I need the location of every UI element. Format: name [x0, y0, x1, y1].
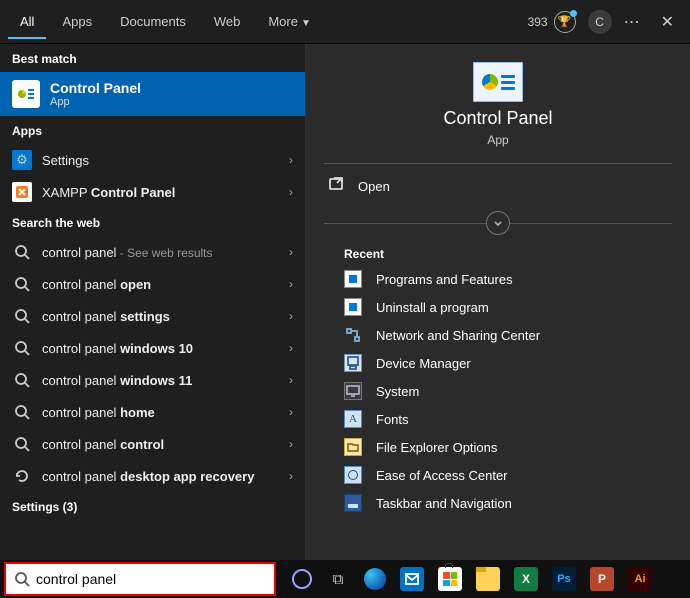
chevron-right-icon: ›	[289, 153, 293, 167]
search-icon	[12, 242, 32, 262]
best-match-label: Best match	[0, 44, 305, 72]
close-button[interactable]: ✕	[653, 8, 682, 36]
recent-label: Recent	[324, 241, 672, 265]
taskbar-taskview[interactable]: ⧉	[326, 567, 350, 591]
rewards-points: 393	[528, 15, 548, 29]
history-icon	[12, 466, 32, 486]
tab-documents[interactable]: Documents	[108, 4, 198, 39]
search-header: All Apps Documents Web More▼ 393 🏆 C ⋯ ✕	[0, 0, 690, 44]
web-result[interactable]: control panel settings›	[0, 300, 305, 332]
web-result[interactable]: control panel open›	[0, 268, 305, 300]
recent-item-icon	[344, 354, 362, 372]
recent-item-icon	[344, 494, 362, 512]
app-result-xampp[interactable]: XAMPP Control Panel ›	[0, 176, 305, 208]
control-panel-icon	[473, 62, 523, 102]
taskbar: ⧉ X Ps P Ai	[0, 560, 690, 598]
web-result[interactable]: control panel - See web results›	[0, 236, 305, 268]
chevron-right-icon: ›	[289, 185, 293, 199]
web-result[interactable]: control panel control›	[0, 428, 305, 460]
recent-item[interactable]: Programs and Features	[324, 265, 672, 293]
options-button[interactable]: ⋯	[624, 12, 641, 32]
recent-item-icon	[344, 270, 362, 288]
recent-item[interactable]: Uninstall a program	[324, 293, 672, 321]
recent-item[interactable]: AFonts	[324, 405, 672, 433]
search-box[interactable]	[4, 562, 276, 596]
tab-apps[interactable]: Apps	[50, 4, 104, 39]
preview-panel: Control Panel App Open Recent Programs a…	[305, 44, 690, 560]
recent-item[interactable]: Device Manager	[324, 349, 672, 377]
gear-icon: ⚙	[12, 150, 32, 170]
recent-item-icon	[344, 382, 362, 400]
taskbar-cortana[interactable]	[292, 569, 312, 589]
tab-all[interactable]: All	[8, 4, 46, 39]
taskbar-pp[interactable]: P	[590, 567, 614, 591]
chevron-right-icon: ›	[289, 437, 293, 451]
chevron-right-icon: ›	[289, 245, 293, 259]
taskbar-explorer[interactable]	[476, 567, 500, 591]
recent-item-icon	[344, 298, 362, 316]
recent-item-icon	[344, 438, 362, 456]
web-label: Search the web	[0, 208, 305, 236]
rewards-icon[interactable]: 🏆	[554, 11, 576, 33]
search-icon	[12, 434, 32, 454]
search-icon	[12, 338, 32, 358]
account-avatar[interactable]: C	[588, 10, 612, 34]
open-action[interactable]: Open	[324, 164, 672, 209]
search-icon	[12, 274, 32, 294]
chevron-right-icon: ›	[289, 469, 293, 483]
recent-item[interactable]: Ease of Access Center	[324, 461, 672, 489]
results-panel: Best match Control Panel App Apps ⚙ Sett…	[0, 44, 305, 560]
web-result[interactable]: control panel windows 10›	[0, 332, 305, 364]
chevron-down-icon: ▼	[301, 18, 311, 29]
chevron-right-icon: ›	[289, 309, 293, 323]
chevron-right-icon: ›	[289, 341, 293, 355]
control-panel-icon	[12, 80, 40, 108]
search-input[interactable]	[36, 571, 266, 587]
taskbar-ai[interactable]: Ai	[628, 567, 652, 591]
recent-item[interactable]: System	[324, 377, 672, 405]
best-match-title: Control Panel	[50, 80, 141, 96]
search-icon	[14, 571, 30, 587]
expand-button[interactable]	[486, 211, 510, 235]
chevron-right-icon: ›	[289, 277, 293, 291]
preview-subtitle: App	[487, 133, 508, 147]
app-result-settings[interactable]: ⚙ Settings ›	[0, 144, 305, 176]
recent-item-icon	[344, 466, 362, 484]
chevron-right-icon: ›	[289, 405, 293, 419]
chevron-right-icon: ›	[289, 373, 293, 387]
tab-more[interactable]: More▼	[256, 4, 323, 39]
taskbar-store[interactable]	[438, 567, 462, 591]
taskbar-edge[interactable]	[364, 568, 386, 590]
settings-label: Settings (3)	[0, 492, 305, 520]
taskbar-excel[interactable]: X	[514, 567, 538, 591]
taskbar-ps[interactable]: Ps	[552, 567, 576, 591]
preview-title: Control Panel	[443, 108, 552, 129]
web-result[interactable]: control panel desktop app recovery›	[0, 460, 305, 492]
search-icon	[12, 306, 32, 326]
xampp-icon	[12, 182, 32, 202]
recent-item[interactable]: Network and Sharing Center	[324, 321, 672, 349]
tab-web[interactable]: Web	[202, 4, 253, 39]
search-icon	[12, 370, 32, 390]
apps-label: Apps	[0, 116, 305, 144]
search-icon	[12, 402, 32, 422]
taskbar-mail[interactable]	[400, 567, 424, 591]
best-match-subtitle: App	[50, 96, 141, 108]
recent-item[interactable]: Taskbar and Navigation	[324, 489, 672, 517]
web-result[interactable]: control panel home›	[0, 396, 305, 428]
open-icon	[328, 176, 344, 197]
web-result[interactable]: control panel windows 11›	[0, 364, 305, 396]
recent-item-icon: A	[344, 410, 362, 428]
recent-item[interactable]: File Explorer Options	[324, 433, 672, 461]
best-match-result[interactable]: Control Panel App	[0, 72, 305, 116]
filter-tabs: All Apps Documents Web More▼	[8, 4, 323, 39]
recent-item-icon	[344, 326, 362, 344]
